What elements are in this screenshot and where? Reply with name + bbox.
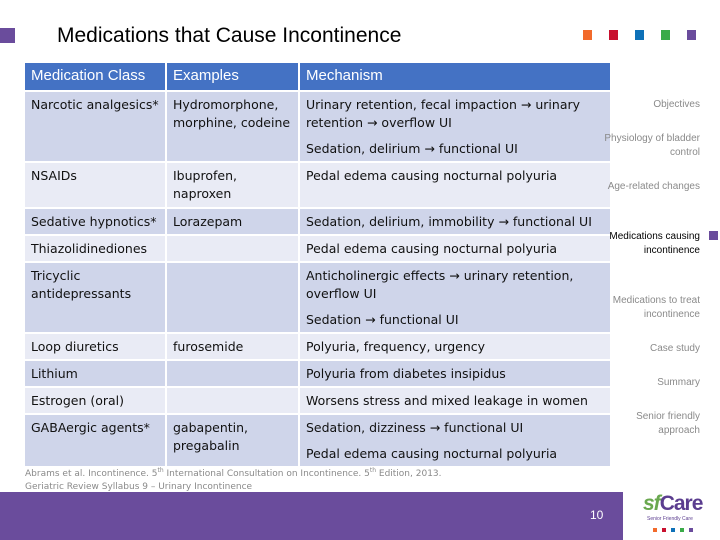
page-number: 10 bbox=[590, 508, 604, 522]
mechanism-line: Pedal edema causing nocturnal polyuria bbox=[306, 168, 558, 183]
mechanism-line: Sedation → functional UI bbox=[306, 312, 459, 327]
logo-square bbox=[653, 528, 657, 532]
color-square bbox=[687, 30, 696, 40]
cell-mechanism: Urinary retention, fecal impaction → uri… bbox=[298, 90, 612, 163]
cell-medication-class: Loop diuretics bbox=[23, 332, 167, 361]
table-row: GABAergic agents* gabapentin, pregabalin S… bbox=[23, 413, 612, 468]
color-square bbox=[609, 30, 618, 40]
mechanism-line: Urinary retention, fecal impaction → uri… bbox=[306, 97, 581, 130]
nav-item-case-study[interactable]: Case study bbox=[600, 342, 700, 356]
footer-bar bbox=[0, 492, 623, 540]
cell-medication-class: Lithium bbox=[23, 359, 167, 388]
cell-medication-class: NSAIDs bbox=[23, 161, 167, 209]
title-accent-square bbox=[0, 28, 15, 43]
table-header-row: Medication Class Examples Mechanism bbox=[23, 61, 612, 92]
color-square bbox=[583, 30, 592, 40]
logo-square bbox=[671, 528, 675, 532]
cell-medication-class: Tricyclic antidepressants bbox=[23, 261, 167, 334]
logo-care-text: Care bbox=[659, 492, 704, 515]
table-row: Lithium Polyuria from diabetes insipidus bbox=[23, 359, 612, 388]
color-square bbox=[635, 30, 644, 40]
mechanism-line: Sedation, dizziness → functional UI bbox=[306, 420, 524, 435]
mechanism-line: Sedation, delirium → functional UI bbox=[306, 141, 518, 156]
cell-medication-class: Narcotic analgesics* bbox=[23, 90, 167, 163]
logo-subtitle: Senior Friendly Care bbox=[647, 516, 693, 522]
table-row: Narcotic analgesics* Hydromorphone, morph… bbox=[23, 90, 612, 163]
mechanism-line: Polyuria from diabetes insipidus bbox=[306, 366, 506, 381]
logo-sf-text: sf bbox=[643, 492, 661, 515]
color-squares-decoration bbox=[583, 30, 696, 40]
header-examples: Examples bbox=[165, 61, 300, 92]
header-medication-class: Medication Class bbox=[23, 61, 167, 92]
logo-square bbox=[662, 528, 666, 532]
slide-title: Medications that Cause Incontinence bbox=[57, 24, 402, 47]
mechanism-line: Anticholinergic effects → urinary retent… bbox=[306, 268, 574, 301]
mechanism-line: Pedal edema causing nocturnal polyuria bbox=[306, 446, 558, 461]
cell-examples: Lorazepam bbox=[165, 207, 300, 236]
reference-1: Abrams et al. Incontinence. 5th Internat… bbox=[25, 467, 442, 479]
nav-item-age-related-changes[interactable]: Age-related changes bbox=[600, 180, 700, 194]
nav-item-objectives[interactable]: Objectives bbox=[600, 98, 700, 112]
logo-square bbox=[689, 528, 693, 532]
nav-item-summary[interactable]: Summary bbox=[600, 376, 700, 390]
table-row: Estrogen (oral) Worsens stress and mixed … bbox=[23, 386, 612, 415]
sfcare-logo: sfCare Senior Friendly Care bbox=[643, 492, 713, 538]
logo-color-squares bbox=[653, 528, 693, 532]
table-row: Thiazolidinediones Pedal edema causing no… bbox=[23, 234, 612, 263]
cell-mechanism: Polyuria from diabetes insipidus bbox=[298, 359, 612, 388]
cell-mechanism: Pedal edema causing nocturnal polyuria bbox=[298, 234, 612, 263]
cell-mechanism: Pedal edema causing nocturnal polyuria bbox=[298, 161, 612, 209]
cell-mechanism: Sedation, dizziness → functional UI Pedal… bbox=[298, 413, 612, 468]
cell-medication-class: GABAergic agents* bbox=[23, 413, 167, 468]
nav-item-physiology[interactable]: Physiology of bladder control bbox=[600, 132, 700, 160]
header-mechanism: Mechanism bbox=[298, 61, 612, 92]
cell-examples: gabapentin, pregabalin bbox=[165, 413, 300, 468]
cell-examples: Ibuprofen, naproxen bbox=[165, 161, 300, 209]
cell-examples: Hydromorphone, morphine, codeine bbox=[165, 90, 300, 163]
medications-table: Medication Class Examples Mechanism Narc… bbox=[23, 61, 612, 468]
cell-mechanism: Worsens stress and mixed leakage in wome… bbox=[298, 386, 612, 415]
cell-examples: furosemide bbox=[165, 332, 300, 361]
active-section-marker bbox=[709, 231, 718, 240]
mechanism-line: Polyuria, frequency, urgency bbox=[306, 339, 486, 354]
cell-examples bbox=[165, 386, 300, 415]
table-row: Tricyclic antidepressants Anticholinergic… bbox=[23, 261, 612, 334]
table-row: Sedative hypnotics* Lorazepam Sedation, de… bbox=[23, 207, 612, 236]
nav-item-medications-causing[interactable]: Medications causing incontinence bbox=[600, 230, 700, 258]
cell-examples bbox=[165, 261, 300, 334]
mechanism-line: Worsens stress and mixed leakage in wome… bbox=[306, 393, 588, 408]
references: Abrams et al. Incontinence. 5th Internat… bbox=[25, 465, 442, 493]
cell-medication-class: Sedative hypnotics* bbox=[23, 207, 167, 236]
mechanism-line: Sedation, delirium, immobility → functio… bbox=[306, 214, 592, 229]
cell-medication-class: Thiazolidinediones bbox=[23, 234, 167, 263]
cell-mechanism: Anticholinergic effects → urinary retent… bbox=[298, 261, 612, 334]
cell-mechanism: Sedation, delirium, immobility → functio… bbox=[298, 207, 612, 236]
table-row: NSAIDs Ibuprofen, naproxen Pedal edema cau… bbox=[23, 161, 612, 209]
cell-examples bbox=[165, 359, 300, 388]
cell-medication-class: Estrogen (oral) bbox=[23, 386, 167, 415]
logo-square bbox=[680, 528, 684, 532]
nav-item-senior-friendly[interactable]: Senior friendly approach bbox=[600, 410, 700, 438]
color-square bbox=[661, 30, 670, 40]
nav-item-medications-to-treat[interactable]: Medications to treat incontinence bbox=[600, 294, 700, 322]
table-row: Loop diuretics furosemide Polyuria, freque… bbox=[23, 332, 612, 361]
cell-mechanism: Polyuria, frequency, urgency bbox=[298, 332, 612, 361]
cell-examples bbox=[165, 234, 300, 263]
mechanism-line: Pedal edema causing nocturnal polyuria bbox=[306, 241, 558, 256]
